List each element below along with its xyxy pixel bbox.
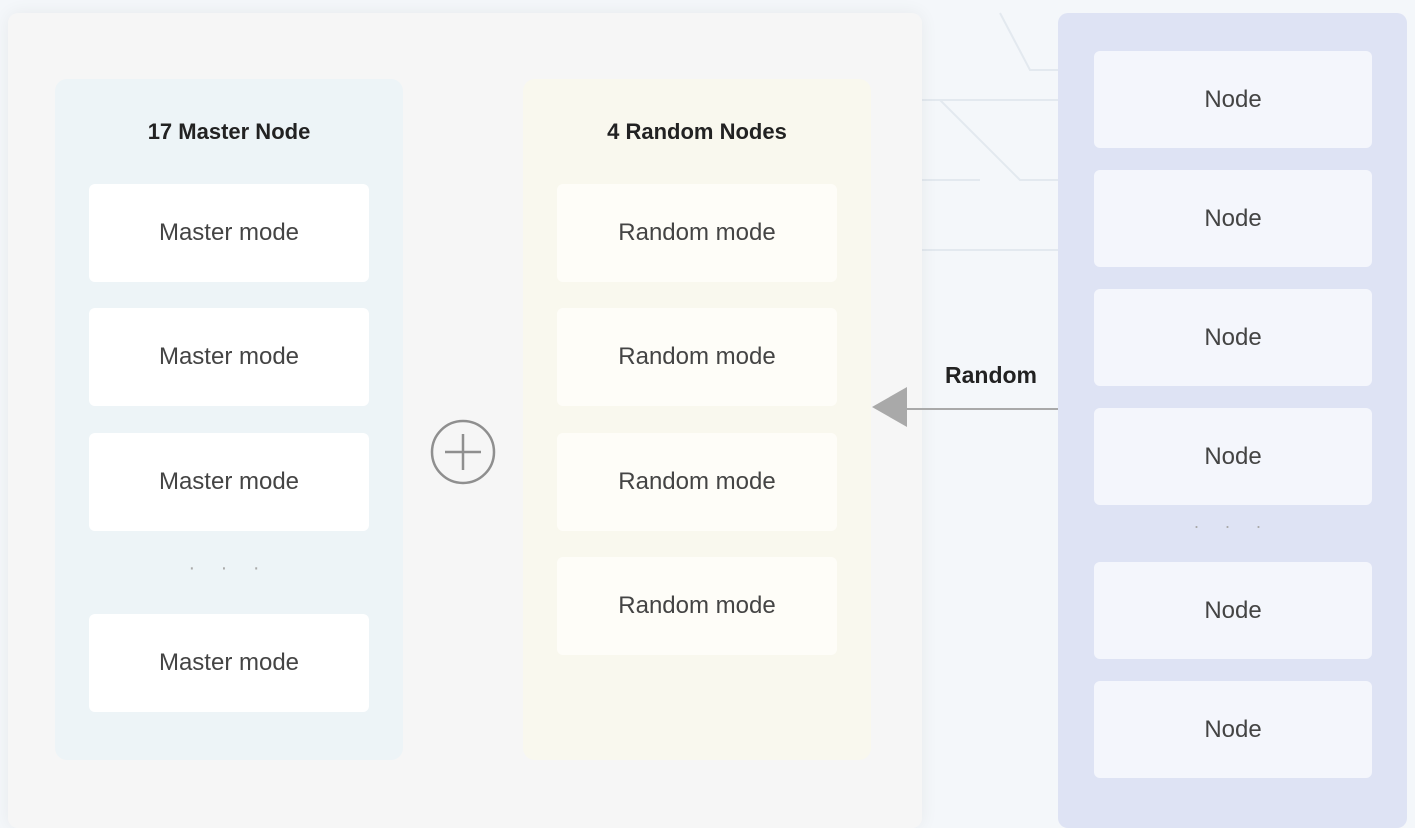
random-mode-box: Random mode bbox=[557, 433, 837, 531]
plus-circle-icon bbox=[430, 419, 496, 485]
random-node-column: 4 Random Nodes Random mode Random mode R… bbox=[523, 79, 871, 760]
node-box: Node bbox=[1094, 289, 1372, 386]
random-mode-box: Random mode bbox=[557, 184, 837, 282]
node-box: Node bbox=[1094, 681, 1372, 778]
node-box: Node bbox=[1094, 51, 1372, 148]
master-ellipsis: · · · bbox=[188, 557, 270, 579]
master-node-column: 17 Master Node Master mode Master mode M… bbox=[55, 79, 403, 760]
node-box: Node bbox=[1094, 170, 1372, 267]
random-column-title: 4 Random Nodes bbox=[607, 119, 787, 144]
node-box: Node bbox=[1094, 408, 1372, 505]
master-mode-box: Master mode bbox=[89, 433, 369, 531]
pool-ellipsis: · · · bbox=[1193, 516, 1272, 536]
master-mode-box: Master mode bbox=[89, 614, 369, 712]
random-mode-box: Random mode bbox=[557, 308, 837, 406]
random-mode-box: Random mode bbox=[557, 557, 837, 655]
arrow-left-icon bbox=[872, 387, 1060, 427]
master-mode-box: Master mode bbox=[89, 184, 369, 282]
node-pool-column: Node Node Node Node · · · Node Node bbox=[1058, 13, 1407, 828]
master-column-title: 17 Master Node bbox=[147, 119, 311, 144]
node-box: Node bbox=[1094, 562, 1372, 659]
master-mode-box: Master mode bbox=[89, 308, 369, 406]
